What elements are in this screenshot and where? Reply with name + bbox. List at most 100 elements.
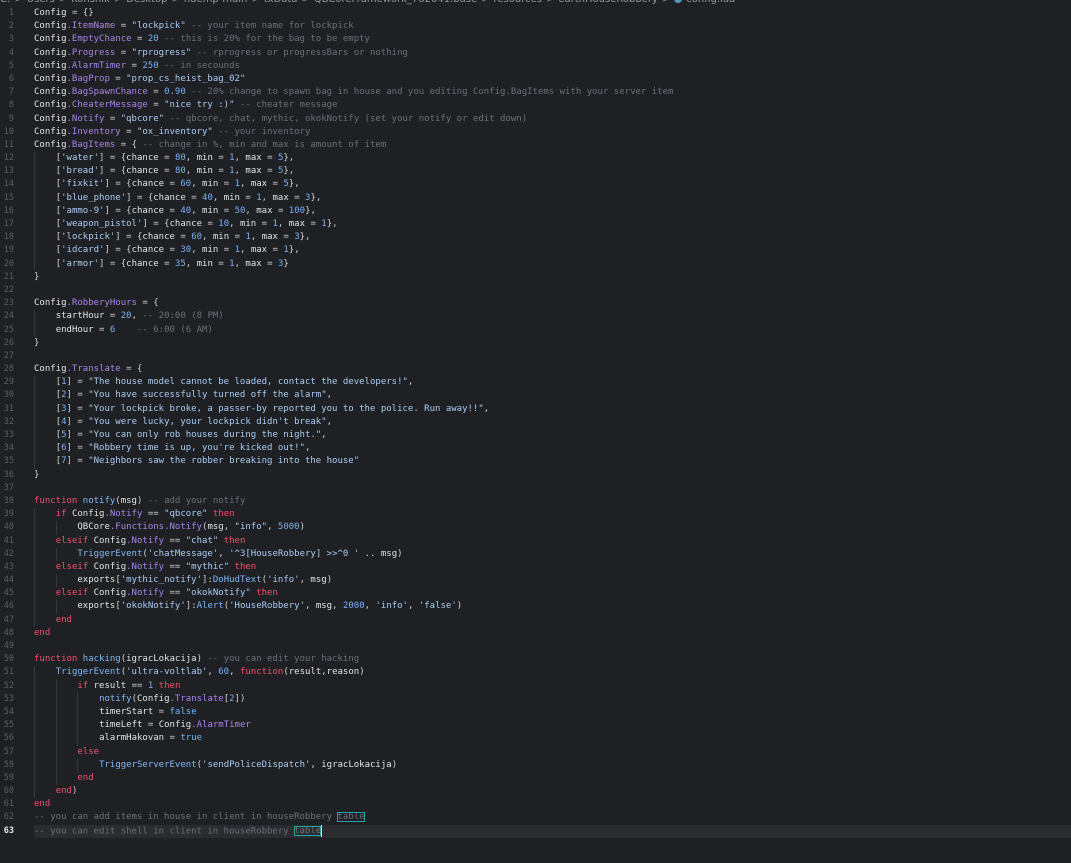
line-text[interactable]: [6] = "Robbery time is up, you're kicked… — [34, 442, 1071, 455]
indent-guide — [34, 680, 56, 693]
line-text[interactable]: [7] = "Neighbors saw the robber breaking… — [34, 455, 1071, 468]
breadcrumb-item[interactable]: hdemp-main — [184, 0, 248, 5]
line-text[interactable]: } — [34, 469, 1071, 482]
breadcrumb-item[interactable]: Konsnik — [71, 0, 110, 5]
line-text[interactable]: elseif Config.Notify == "mythic" then — [34, 561, 1071, 574]
token: -- 20:00 (8 PM) — [142, 311, 224, 322]
line-text[interactable] — [34, 482, 1071, 495]
line-text[interactable]: ['water'] = {chance = 80, min = 1, max =… — [34, 152, 1071, 165]
line-text[interactable]: end — [34, 798, 1071, 811]
token: , — [294, 245, 300, 256]
token: chance — [131, 245, 165, 256]
line-text[interactable]: } — [34, 337, 1071, 350]
line-text[interactable]: if Config.Notify == "qbcore" then — [34, 508, 1071, 521]
line-text[interactable]: [4] = "You were lucky, your lockpick did… — [34, 416, 1071, 429]
line-text[interactable]: end — [34, 627, 1071, 640]
breadcrumb-item[interactable]: QBCoreFramework_762041.base — [314, 0, 477, 5]
token: msg — [310, 575, 327, 586]
breadcrumb-item[interactable]: Desktop — [126, 0, 167, 5]
breadcrumb-item[interactable]: resources — [494, 0, 542, 5]
breadcrumb-item[interactable]: earthHouseRobbery — [558, 0, 657, 5]
breadcrumb-item[interactable]: C: — [0, 0, 10, 5]
token: } — [34, 469, 40, 480]
line-text[interactable]: elseif Config.Notify == "okokNotify" the… — [34, 587, 1071, 600]
line-text[interactable] — [34, 284, 1071, 297]
line-text[interactable]: Config.BagSpawnChance = 0.90 -- 20% chan… — [34, 86, 1071, 99]
line-text[interactable]: exports['mythic_notify']:DoHudText('info… — [34, 574, 1071, 587]
line-text[interactable]: [1] = "The house model cannot be loaded,… — [34, 376, 1071, 389]
line-text[interactable]: Config = {} — [34, 7, 1071, 20]
line-text[interactable]: Config.RobberyHours = { — [34, 297, 1071, 310]
line-text[interactable]: ['fixkit'] = {chance = 60, min = 1, max … — [34, 178, 1071, 191]
line-text[interactable] — [34, 640, 1071, 653]
line-text[interactable]: timeLeft = Config.AlarmTimer — [34, 719, 1071, 732]
breadcrumb-item[interactable]: txData — [264, 0, 298, 5]
line-text[interactable]: QBCore.Functions.Notify(msg, "info", 500… — [34, 521, 1071, 534]
line-text[interactable]: endHour = 6 -- 6:00 (6 AM) — [34, 324, 1071, 337]
line-text[interactable]: notify(Config.Translate[2]) — [34, 693, 1071, 706]
line-text[interactable]: [3] = "Your lockpick broke, a passer-by … — [34, 403, 1071, 416]
code-line: 6 Config.BagProp = "prop_cs_heist_bag_02" — [0, 73, 1071, 86]
token: "mythic" — [185, 561, 230, 572]
line-text[interactable]: exports['okokNotify']:Alert('HouseRobber… — [34, 600, 1071, 613]
token: Alert — [196, 601, 224, 612]
token: -- add your notify — [147, 495, 246, 506]
line-text[interactable]: Config.CheaterMessage = "nice try :)" --… — [34, 99, 1071, 112]
line-text[interactable]: ['armor'] = {chance = 35, min = 1, max =… — [34, 258, 1071, 271]
breadcrumb-item[interactable]: config.lua — [686, 0, 735, 5]
line-text[interactable]: [2] = "You have successfully turned off … — [34, 389, 1071, 402]
line-text[interactable]: else — [34, 746, 1071, 759]
line-text[interactable]: TriggerEvent('ultra-voltlab', 60, functi… — [34, 666, 1071, 679]
line-text[interactable]: Config.BagItems = { -- change in %, min … — [34, 139, 1071, 152]
code-editor[interactable]: 1 Config = {} 2 Config.ItemName = "lockpick… — [0, 7, 1071, 838]
line-text[interactable]: [5] = "You can only rob houses during th… — [34, 429, 1071, 442]
line-text[interactable]: -- you can add items in house in client … — [34, 811, 1071, 824]
line-text[interactable]: Config.BagProp = "prop_cs_heist_bag_02" — [34, 73, 1071, 86]
code-line: 12 ['water'] = {chance = 80, min = 1, max… — [0, 152, 1071, 165]
line-text[interactable]: Config.Progress = "rprogress" -- rprogre… — [34, 47, 1071, 60]
chevron-right-icon: > — [481, 0, 489, 5]
indent-guide — [34, 759, 56, 772]
line-text[interactable]: startHour = 20, -- 20:00 (8 PM) — [34, 310, 1071, 323]
line-text[interactable]: ['lockpick'] = {chance = 60, min = 1, ma… — [34, 231, 1071, 244]
token: "You have successfully turned off the al… — [88, 390, 327, 401]
line-text[interactable]: if result == 1 then — [34, 680, 1071, 693]
token: .Inventory — [66, 126, 121, 137]
line-text[interactable]: timerStart = false — [34, 706, 1071, 719]
token: , — [315, 192, 322, 203]
line-text[interactable]: alarmHakovan = true — [34, 732, 1071, 745]
line-text[interactable]: TriggerEvent('chatMessage', '^3[HouseRob… — [34, 548, 1071, 561]
line-text[interactable]: end — [34, 614, 1071, 627]
line-text[interactable]: Config.ItemName = "lockpick" -- your ite… — [34, 20, 1071, 33]
line-number: 46 — [3, 601, 14, 612]
line-text[interactable]: ['bread'] = {chance = 80, min = 1, max =… — [34, 165, 1071, 178]
line-text[interactable]: TriggerServerEvent('sendPoliceDispatch',… — [34, 759, 1071, 772]
line-text[interactable]: elseif Config.Notify == "chat" then — [34, 535, 1071, 548]
line-text[interactable]: -- you can edit shell in client in house… — [34, 824, 1071, 838]
line-text[interactable]: Config.EmptyChance = 20 -- this is 20% f… — [34, 33, 1071, 46]
token: Config — [34, 34, 67, 45]
line-text[interactable]: Config.Notify = "qbcore" -- qbcore, chat… — [34, 113, 1071, 126]
indent-guide — [34, 192, 56, 205]
line-text[interactable]: Config.Inventory = "ox_inventory" -- you… — [34, 126, 1071, 139]
line-text[interactable]: ['weapon_pistol'] = {chance = 10, min = … — [34, 218, 1071, 231]
line-number: 34 — [3, 443, 14, 454]
line-text[interactable] — [34, 350, 1071, 363]
token: .EmptyChance — [66, 34, 132, 45]
code-line: 62 -- you can add items in house in clien… — [0, 811, 1071, 824]
line-text[interactable]: end — [34, 772, 1071, 785]
line-text[interactable]: function hacking(igracLokacija) -- you c… — [34, 653, 1071, 666]
line-text[interactable]: ['idcard'] = {chance = 30, min = 1, max … — [34, 244, 1071, 257]
line-text[interactable]: ['ammo-9'] = {chance = 40, min = 50, max… — [34, 205, 1071, 218]
breadcrumb-item[interactable]: Users — [27, 0, 55, 5]
code-line: 8 Config.CheaterMessage = "nice try :)" -… — [0, 99, 1071, 112]
line-text[interactable]: ['blue_phone'] = {chance = 40, min = 1, … — [34, 192, 1071, 205]
line-text[interactable]: Config.Translate = { — [34, 363, 1071, 376]
token: startHour — [55, 311, 105, 322]
line-text[interactable]: Config.AlarmTimer = 250 -- in secounds — [34, 60, 1071, 73]
line-text[interactable]: function notify(msg) -- add your notify — [34, 495, 1071, 508]
line-text[interactable]: end) — [34, 785, 1071, 798]
token: -- cheater message — [239, 100, 338, 111]
line-number: 57 — [3, 746, 14, 757]
line-text[interactable]: } — [34, 271, 1071, 284]
